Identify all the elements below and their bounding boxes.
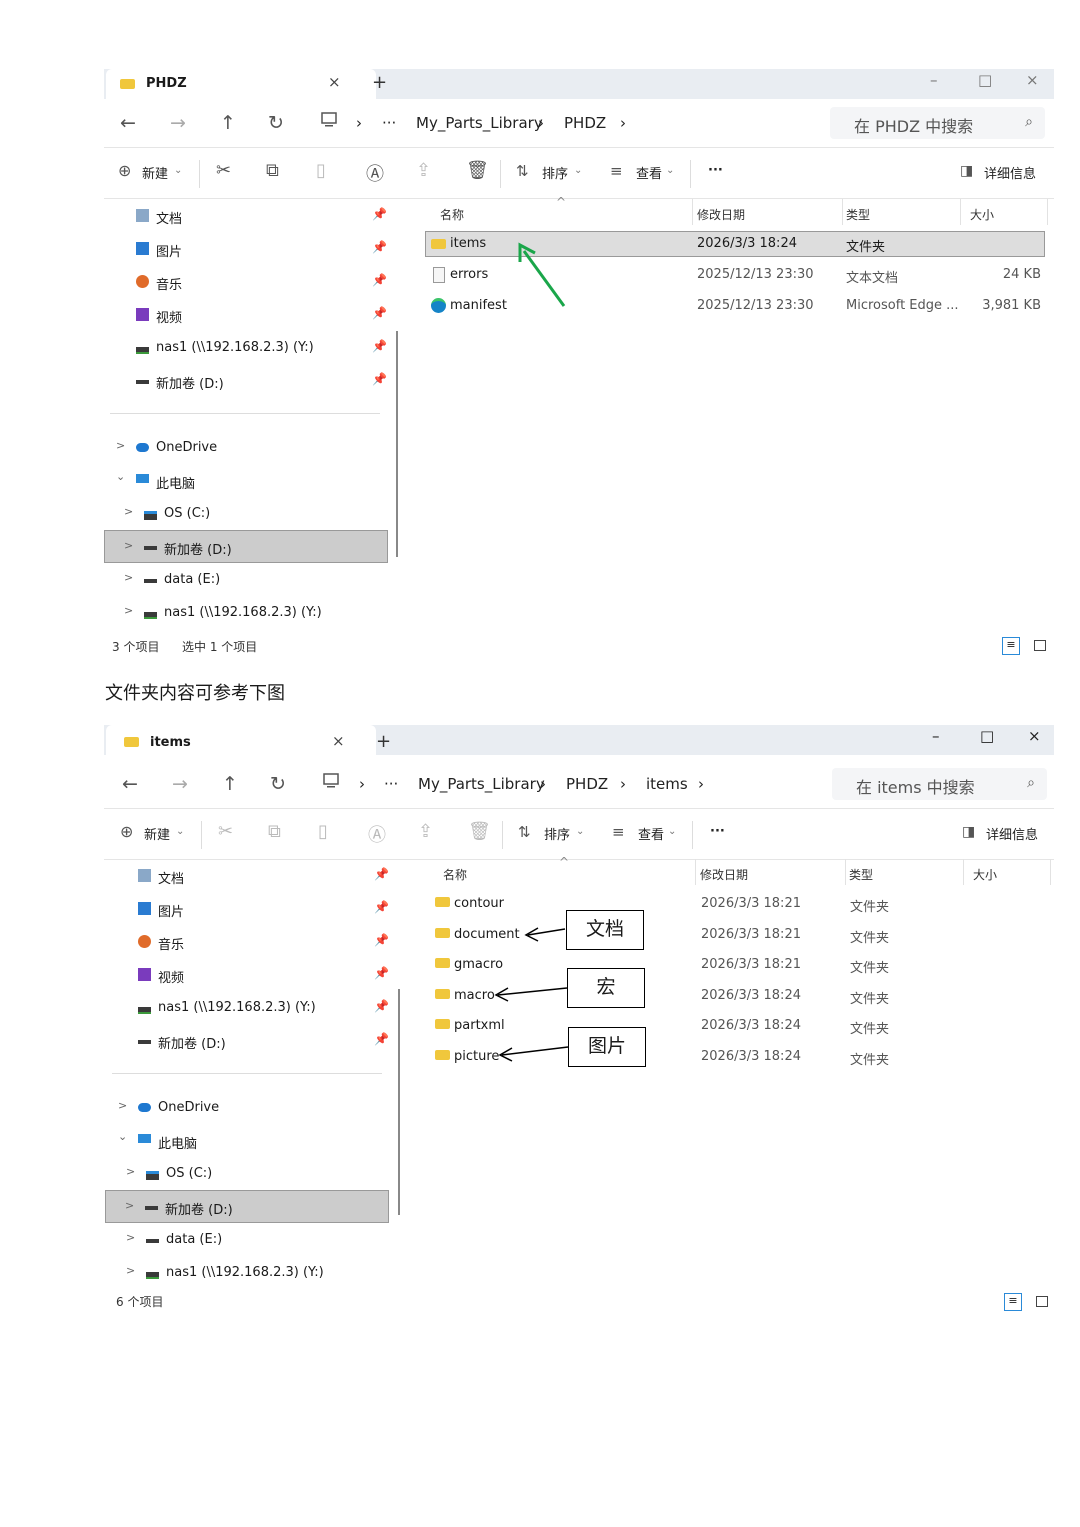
callout-arrows	[494, 927, 569, 1062]
callout-pictures: 图片	[568, 1027, 646, 1067]
callout-macro: 宏	[567, 968, 645, 1008]
callout-documents: 文档	[566, 910, 644, 950]
